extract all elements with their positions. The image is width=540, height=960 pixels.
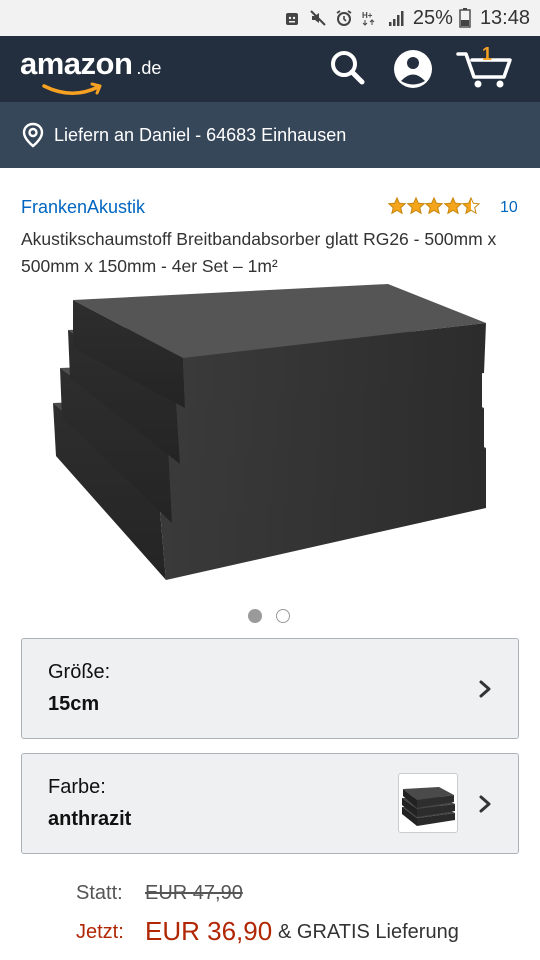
star-rating[interactable] xyxy=(388,197,481,215)
free-delivery-note: & GRATIS Lieferung xyxy=(278,921,459,943)
smile-arrow-icon xyxy=(42,82,102,95)
carousel-dot-1[interactable] xyxy=(248,609,262,623)
top-header: amazon .de 1 xyxy=(0,36,540,102)
location-pin-icon xyxy=(20,122,46,148)
star-icon xyxy=(462,197,480,215)
color-selector[interactable]: Farbe: anthrazit xyxy=(21,753,519,854)
delivery-location-bar[interactable]: Liefern an Daniel - 64683 Einhausen xyxy=(0,102,540,168)
size-label: Größe: xyxy=(48,661,111,683)
logo-text: amazon xyxy=(20,46,133,81)
list-price-value: EUR 47,90 xyxy=(145,882,243,904)
image-carousel-dots[interactable] xyxy=(248,609,290,623)
size-selector[interactable]: Größe: 15cm xyxy=(21,638,519,739)
chevron-right-icon xyxy=(478,679,492,703)
color-label: Farbe: xyxy=(48,776,106,798)
current-price-label: Jetzt: xyxy=(76,921,124,943)
product-title: Akustikschaumstoff Breitbandabsorber gla… xyxy=(21,229,497,276)
list-price-label: Statt: xyxy=(76,882,123,904)
chevron-right-icon xyxy=(478,794,492,818)
current-price-value: EUR 36,90 xyxy=(145,916,273,946)
color-swatch-thumbnail xyxy=(398,773,458,833)
product-image[interactable] xyxy=(48,278,493,588)
svg-text:H+: H+ xyxy=(362,11,373,20)
carousel-dot-2[interactable] xyxy=(276,609,290,623)
battery-icon xyxy=(456,8,474,28)
alarm-icon xyxy=(335,9,353,27)
color-value: anthrazit xyxy=(48,808,132,830)
mute-icon xyxy=(309,9,327,27)
search-icon[interactable] xyxy=(327,48,367,92)
signal-icon xyxy=(387,9,405,27)
clock: 13:48 xyxy=(479,6,530,29)
battery-percent: 25% xyxy=(412,6,453,29)
brand-link[interactable]: FrankenAkustik xyxy=(21,197,145,218)
star-icon xyxy=(406,197,425,215)
android-icon xyxy=(283,9,301,27)
star-icon xyxy=(425,197,443,215)
account-icon[interactable] xyxy=(392,48,434,94)
status-bar: H+ 25% 13:48 xyxy=(0,0,540,36)
rating-count[interactable]: 10 xyxy=(500,199,518,217)
delivery-location-text: Liefern an Daniel - 64683 Einhausen xyxy=(54,124,347,145)
amazon-logo[interactable]: amazon .de xyxy=(20,46,162,95)
star-icon xyxy=(388,197,406,215)
cart-count-badge: 1 xyxy=(482,44,493,64)
size-value: 15cm xyxy=(48,693,100,715)
hplus-icon: H+ xyxy=(361,9,379,27)
logo-tld: .de xyxy=(136,58,162,78)
star-icon xyxy=(443,197,462,215)
